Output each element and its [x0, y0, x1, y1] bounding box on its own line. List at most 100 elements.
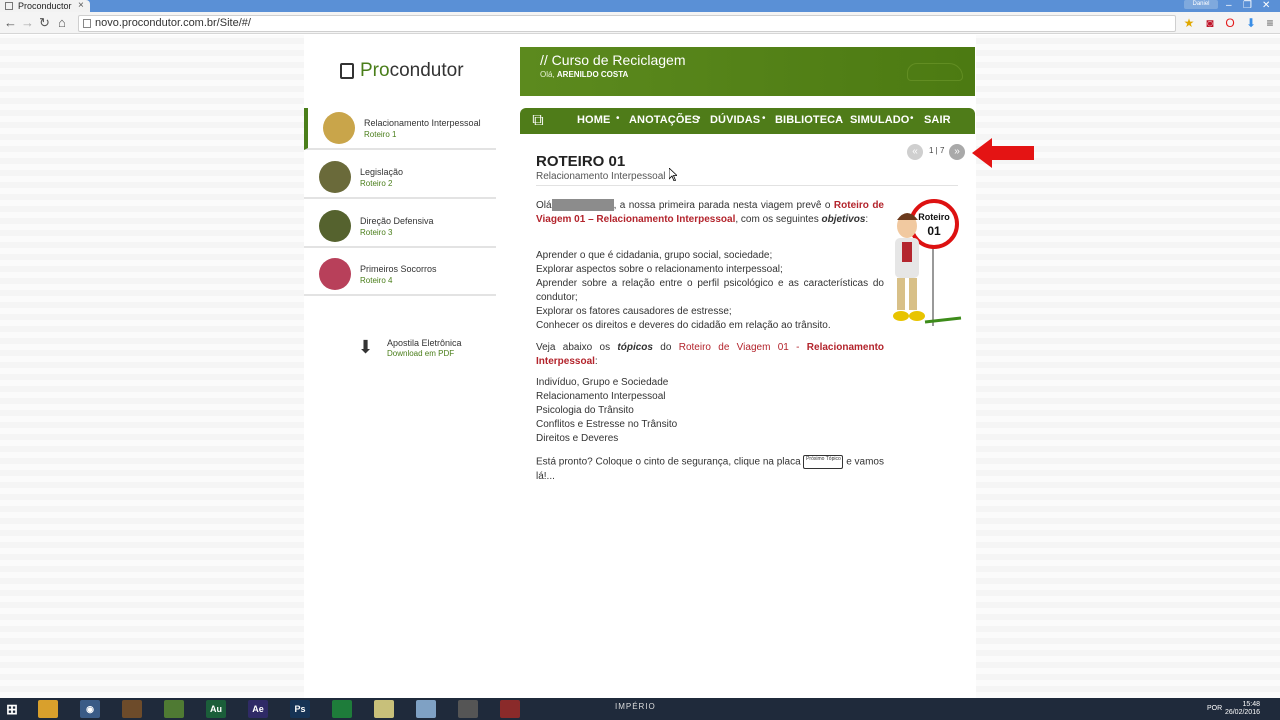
- objectives-word: objetivos: [821, 214, 866, 225]
- download-icon[interactable]: ⬇: [1243, 15, 1259, 31]
- clock[interactable]: 15:48 26/02/2016: [1225, 701, 1260, 717]
- divider: [536, 185, 958, 186]
- roteiro-link[interactable]: Roteiro de Viagem 01 -: [679, 342, 800, 353]
- banner-title: // Curso de Reciclagem: [540, 52, 686, 68]
- intro-paragraph: Olá , a nossa primeira parada nesta viage…: [536, 199, 884, 225]
- sidebar-item-roteiro-1[interactable]: Relacionamento Interpessoal Roteiro 1: [304, 108, 496, 150]
- intro-text-2: , com os seguintes: [735, 214, 819, 225]
- nav-separator: •: [616, 113, 620, 124]
- forward-icon[interactable]: →: [21, 15, 34, 31]
- sidebar-item-roteiro-3[interactable]: Direção Defensiva Roteiro 3: [304, 206, 496, 248]
- banner-greeting: Olá, ARENILDO COSTA: [540, 70, 628, 79]
- app-icon[interactable]: [374, 700, 394, 718]
- address-bar[interactable]: novo.procondutor.com.br/Site/#/: [78, 15, 1176, 32]
- nav-sair[interactable]: SAIR: [924, 114, 951, 126]
- nav-duvidas[interactable]: DÚVIDAS: [710, 114, 760, 126]
- nav-separator: •: [910, 113, 914, 124]
- sign-line-2: 01: [927, 224, 941, 238]
- sidebar-item-title: Direção Defensiva: [360, 216, 434, 226]
- watermark-logo: IMPÉRIO: [615, 702, 656, 711]
- car-icon: [319, 210, 351, 242]
- download-title: Apostila Eletrônica: [387, 338, 462, 348]
- audition-icon[interactable]: Au: [206, 700, 226, 718]
- sidebar-item-roteiro-4[interactable]: Primeiros Socorros Roteiro 4: [304, 254, 496, 296]
- mascot-illustration: Roteiro 01: [893, 199, 962, 326]
- maximize-icon[interactable]: ❐: [1243, 0, 1252, 11]
- reload-icon[interactable]: ↻: [39, 15, 50, 31]
- list-item: Conflitos e Estresse no Trânsito: [536, 419, 678, 430]
- download-subtitle: Download em PDF: [387, 349, 455, 358]
- nav-home[interactable]: HOME: [577, 114, 610, 126]
- app-icon[interactable]: [122, 700, 142, 718]
- sidebar-item-title: Relacionamento Interpessoal: [364, 118, 481, 128]
- nav-simulado[interactable]: SIMULADO: [850, 114, 909, 126]
- sidebar-item-subtitle: Roteiro 2: [360, 179, 393, 188]
- red-arrow-icon: [972, 138, 1034, 168]
- minimize-icon[interactable]: –: [1226, 0, 1232, 11]
- sidebar-item-roteiro-2[interactable]: Legislação Roteiro 2: [304, 157, 496, 199]
- browser-tab[interactable]: Proconductor ×: [0, 0, 90, 12]
- closing-paragraph: Está pronto? Coloque o cinto de seguranç…: [536, 455, 884, 484]
- explorer-icon[interactable]: [38, 700, 58, 718]
- app-icon[interactable]: [164, 700, 184, 718]
- nav-anotacoes[interactable]: ANOTAÇÕES: [629, 114, 699, 126]
- mouse-cursor-icon: [669, 168, 677, 181]
- tab-title: Proconductor: [18, 1, 72, 11]
- site-logo[interactable]: Procondutor: [340, 60, 464, 82]
- topics-list: Indivíduo, Grupo e Sociedade Relacioname…: [536, 376, 884, 446]
- bookmark-star-icon[interactable]: ★: [1181, 15, 1197, 31]
- download-pdf-link[interactable]: ⬇ Apostila Eletrônica Download em PDF: [356, 335, 506, 365]
- greeting-label: Olá,: [540, 70, 555, 79]
- photoshop-icon[interactable]: Ps: [290, 700, 310, 718]
- after-effects-icon[interactable]: Ae: [248, 700, 268, 718]
- start-icon[interactable]: ⊞: [2, 700, 22, 718]
- logo-icon: [340, 63, 354, 79]
- intro-greeting: Olá: [536, 200, 552, 211]
- logo-text-pro: Pro: [360, 60, 390, 81]
- sidebar-item-title: Legislação: [360, 167, 404, 177]
- redacted-name: [551, 199, 614, 212]
- topics-text-2: do: [660, 342, 672, 353]
- topics-text: Veja abaixo os: [536, 342, 611, 353]
- list-item: Aprender sobre a relação entre o perfil …: [536, 278, 884, 303]
- excel-icon[interactable]: [332, 700, 352, 718]
- list-item: Indivíduo, Grupo e Sociedade: [536, 377, 669, 388]
- list-item: Relacionamento Interpessoal: [536, 391, 666, 402]
- language-indicator[interactable]: POR: [1207, 705, 1222, 712]
- objectives-list: Aprender o que é cidadania, grupo social…: [536, 249, 884, 333]
- close-window-icon[interactable]: ✕: [1262, 0, 1270, 11]
- app-icon[interactable]: [458, 700, 478, 718]
- list-item: Direitos e Deveres: [536, 433, 619, 444]
- list-item: Aprender o que é cidadania, grupo social…: [536, 250, 773, 261]
- next-topic-sign-icon[interactable]: Próximo Tópico: [803, 455, 844, 469]
- intro-text: , a nossa primeira parada nesta viagem p…: [613, 200, 831, 211]
- browser-toolbar: ← → ↻ ⌂ novo.procondutor.com.br/Site/#/ …: [0, 12, 1280, 34]
- chrome-icon[interactable]: ◉: [80, 700, 100, 718]
- opera-icon[interactable]: O: [1222, 15, 1238, 31]
- topics-word: tópicos: [617, 342, 653, 353]
- nav-biblioteca[interactable]: BIBLIOTECA: [775, 114, 843, 126]
- tab-close-icon[interactable]: ×: [78, 0, 84, 12]
- sidebar-item-subtitle: Roteiro 1: [364, 130, 397, 139]
- sidebar-item-title: Primeiros Socorros: [360, 264, 437, 274]
- profile-badge[interactable]: Daniel: [1184, 0, 1218, 9]
- closing-text: Está pronto? Coloque o cinto de seguranç…: [536, 456, 801, 468]
- clock-time: 15:48: [1242, 701, 1260, 708]
- page-icon: [5, 2, 13, 10]
- topics-intro: Veja abaixo os tópicos do Roteiro de Via…: [536, 342, 885, 367]
- page-title: ROTEIRO 01: [536, 153, 626, 170]
- menu-icon[interactable]: ≡: [1262, 15, 1278, 31]
- next-page-button[interactable]: »: [949, 144, 965, 160]
- first-aid-icon: [319, 258, 351, 290]
- app-icon[interactable]: [500, 700, 520, 718]
- extension-icon[interactable]: ◙: [1202, 15, 1218, 31]
- app-icon[interactable]: [416, 700, 436, 718]
- home-icon[interactable]: ⌂: [58, 15, 66, 31]
- previous-page-button[interactable]: «: [907, 144, 923, 160]
- page-subtitle: Relacionamento Interpessoal: [536, 171, 666, 182]
- address-text: novo.procondutor.com.br/Site/#/: [95, 17, 251, 29]
- main-nav: ⧉ HOME • ANOTAÇÕES • DÚVIDAS • BIBLIOTEC…: [520, 108, 975, 134]
- car-icon: [907, 63, 963, 81]
- back-icon[interactable]: ←: [4, 15, 17, 31]
- sidebar-item-subtitle: Roteiro 4: [360, 276, 393, 285]
